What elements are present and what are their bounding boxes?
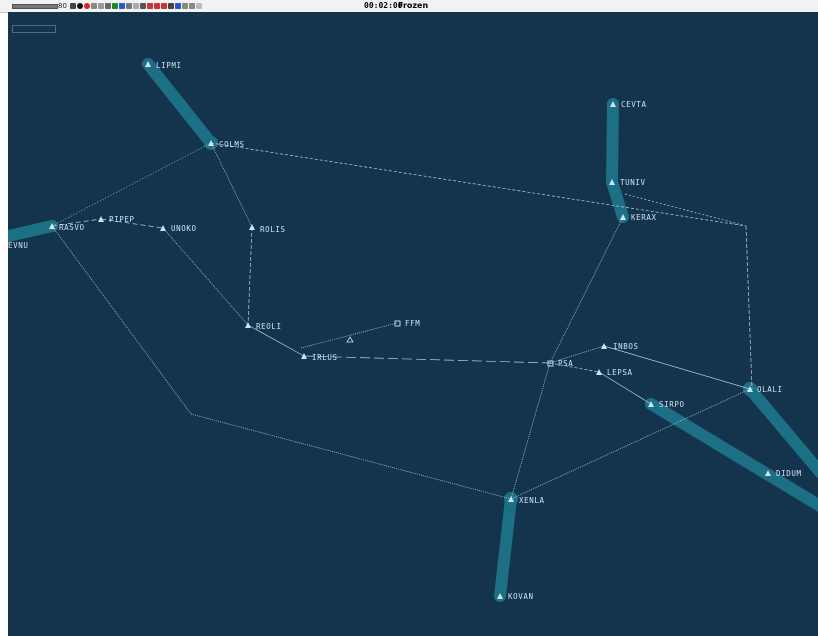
airway-cevta-tuniv [606,98,619,188]
toolbar-icon-group [70,2,203,10]
route-irlus-psa [303,355,551,364]
waypoint-label: SIRPO [659,400,685,409]
help-icon[interactable] [168,3,174,9]
waypoint-label: PSA [558,359,573,368]
play-icon[interactable] [147,3,153,9]
airway-olali-east [744,383,818,478]
waypoint-label: REOLI [256,322,282,331]
waypoint-label: PIPEP [109,215,135,224]
waypoint-label: EVNU [8,241,28,250]
waypoint-label: RASVO [59,223,85,232]
triangle-icon [249,224,255,230]
center-icon[interactable] [196,3,202,9]
waypoint-label: LEPSA [607,368,633,377]
waypoint-label: INBOS [613,342,639,351]
stop-icon[interactable] [84,3,90,9]
step-icon[interactable] [161,3,167,9]
zoom-slider[interactable] [12,4,58,9]
route-east-olali [745,225,753,390]
simulation-clock: 00:02:00 [364,1,403,10]
pause-icon[interactable] [154,3,160,9]
airway-lipmi-colms [142,58,217,149]
radar-map[interactable]: LIPMI COLMS CEVTA TUNIV KERAX EVNU RASVO… [8,12,818,636]
waypoint-label: FFM [405,319,420,328]
zoom-out-icon[interactable] [189,3,195,9]
map-icon[interactable] [98,3,104,9]
waypoint-label: KERAX [631,213,657,222]
waypoint-label: UNOKO [171,224,197,233]
waypoint-EVNU[interactable]: EVNU [8,241,28,250]
measure-icon[interactable] [133,3,139,9]
route-icon[interactable] [91,3,97,9]
waypoint-ROLIS[interactable]: ROLIS [249,224,286,234]
airway-xenla-kovan [494,493,517,602]
route-psa-xenla [510,362,551,500]
square-icon [394,320,401,327]
route-colms-rolis [210,142,253,228]
route-irlus-ffm [300,322,398,349]
waypoint-label: COLMS [219,140,245,149]
waypoint-label: CEVTA [621,100,647,109]
waypoint-UNOKO[interactable]: UNOKO [160,224,197,233]
record-icon[interactable] [77,3,83,9]
settings-icon[interactable] [140,3,146,9]
triangle-icon [596,369,602,375]
waypoint-LEPSA[interactable]: LEPSA [596,368,633,377]
airway-tuniv-kerax [606,176,629,223]
zoom-in-icon[interactable] [182,3,188,9]
airway-layer [8,58,818,602]
route-colms-east [210,142,747,227]
waypoint-IRLUS[interactable]: IRLUS [301,353,338,362]
filter-icon[interactable] [112,3,118,9]
waypoint-FFM[interactable]: FFM [394,319,420,328]
route-layer [51,142,753,500]
unlabeled-waypoint-icon [346,336,354,343]
airway-evnu-rasvo [8,220,58,243]
radar-scope[interactable]: LIPMI COLMS CEVTA TUNIV KERAX EVNU RASVO… [8,12,818,636]
waypoint-label: IRLUS [312,353,338,362]
label-icon[interactable] [126,3,132,9]
layer-icon[interactable] [105,3,111,9]
waypoint-label: DIDUM [776,469,802,478]
route-rolis-reoli [247,226,253,326]
triangle-icon [601,343,607,349]
route-south-xenla [190,413,512,500]
waypoint-label: ROLIS [260,225,286,234]
zoom-value: 80 [58,2,67,10]
waypoint-label: XENLA [519,496,545,505]
route-rasvo-south [51,225,192,415]
grid-icon[interactable] [119,3,125,9]
simulation-status: Frozen [398,1,429,10]
undo-icon[interactable] [70,3,76,9]
waypoint-label: LIPMI [156,61,182,70]
waypoint-label: TUNIV [620,178,646,187]
route-rasvo-colms [51,142,212,227]
route-unoko-reoli [162,227,249,326]
airway-sirpo-didum [645,398,818,512]
waypoint-label: OLALI [757,385,783,394]
speed-icon[interactable] [175,3,181,9]
waypoint-label: KOVAN [508,592,534,601]
